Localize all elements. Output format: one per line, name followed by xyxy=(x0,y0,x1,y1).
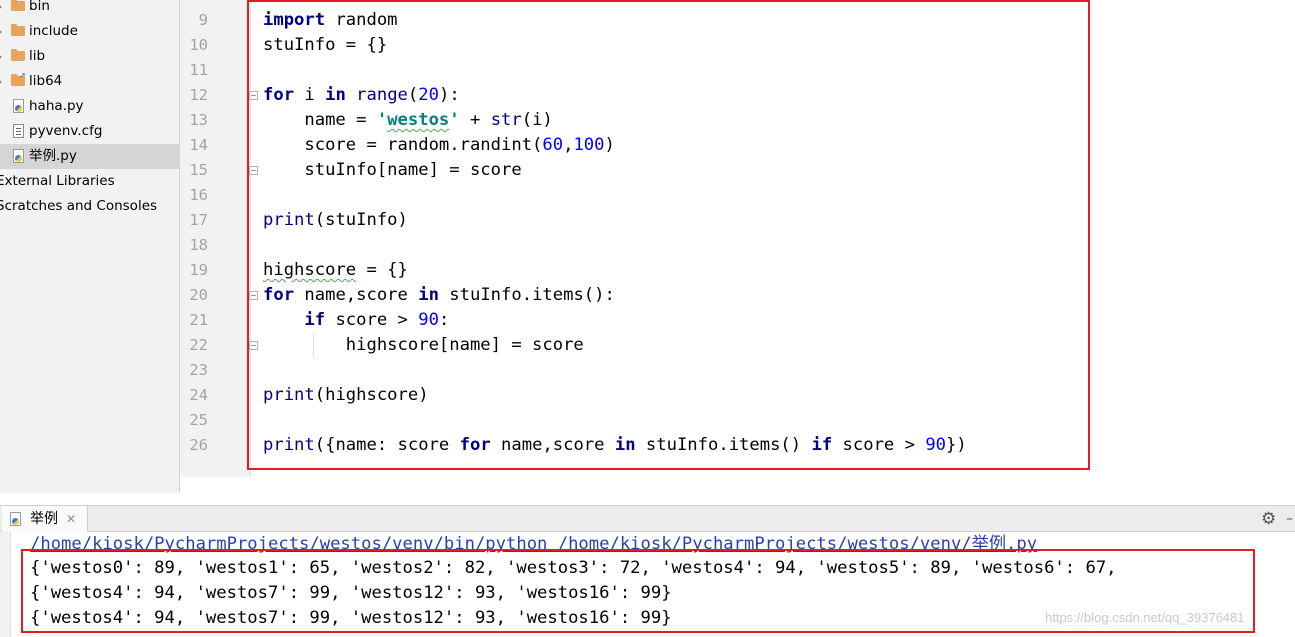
code-line[interactable]: import random xyxy=(263,8,398,33)
expand-arrow-icon[interactable] xyxy=(0,78,2,86)
hide-panel-icon[interactable]: – xyxy=(1286,506,1293,532)
tree-item-label: Scratches and Consoles xyxy=(0,198,158,214)
tree-item-label: bin xyxy=(29,0,50,14)
watermark: https://blog.csdn.net/qq_39376481 xyxy=(1045,610,1245,625)
line-number: 9 xyxy=(198,11,208,29)
expand-arrow-icon[interactable] xyxy=(0,3,2,11)
fold-end-icon[interactable] xyxy=(249,166,258,175)
code-line[interactable]: if score > 90: xyxy=(263,308,449,333)
tree-item-label: lib xyxy=(29,48,46,64)
run-tab[interactable]: 举例 ✕ xyxy=(2,506,88,532)
close-icon[interactable]: ✕ xyxy=(66,506,76,532)
run-tab-label: 举例 xyxy=(30,511,58,527)
line-number: 20 xyxy=(189,286,208,304)
console-output-line: {'westos0': 89, 'westos1': 65, 'westos2'… xyxy=(30,558,1117,578)
folder-icon xyxy=(11,0,25,11)
code-line[interactable]: stuInfo = {} xyxy=(263,33,387,58)
editor-gutter: 9 10 11 12 13 14 15 16 17 18 19 20 21 22… xyxy=(180,0,251,477)
code-line[interactable]: print(highscore) xyxy=(263,383,429,408)
tree-item-label: haha.py xyxy=(29,98,84,114)
line-number: 14 xyxy=(189,136,208,154)
code-line[interactable]: name = 'westos' + str(i) xyxy=(263,108,552,133)
line-number: 10 xyxy=(189,36,208,54)
tree-item-haha-py[interactable]: haha.py xyxy=(0,94,179,119)
tree-item-label: pyvenv.cfg xyxy=(29,123,103,139)
line-number: 17 xyxy=(189,211,208,229)
tree-item-pyvenv-cfg[interactable]: pyvenv.cfg xyxy=(0,119,179,144)
line-number: 18 xyxy=(189,236,208,254)
console-command-line[interactable]: /home/kiosk/PycharmProjects/westos/venv/… xyxy=(30,532,1037,557)
console-gutter xyxy=(0,532,11,637)
tree-item-label: External Libraries xyxy=(0,173,115,189)
code-line[interactable]: print(stuInfo) xyxy=(263,208,408,233)
code-line[interactable]: score = random.randint(60,100) xyxy=(263,133,614,158)
tree-item-scratches-and-consoles[interactable]: Scratches and Consoles xyxy=(0,194,179,219)
tree-item-lib64[interactable]: ↗ lib64 xyxy=(0,69,179,94)
tree-item-lib[interactable]: lib xyxy=(0,44,179,69)
python-file-icon xyxy=(13,99,24,113)
console-output-line: {'westos4': 94, 'westos7': 99, 'westos12… xyxy=(30,583,672,603)
tree-item-label: lib64 xyxy=(29,73,63,89)
project-tree-panel: bin include lib ↗ lib64 haha.py pyvenv.c… xyxy=(0,0,180,493)
tree-item-external-libraries[interactable]: External Libraries xyxy=(0,169,179,194)
line-number: 16 xyxy=(189,186,208,204)
expand-arrow-icon[interactable] xyxy=(0,53,2,61)
tree-item-bin[interactable]: bin xyxy=(0,0,179,19)
folder-link-icon: ↗ xyxy=(11,72,26,86)
tree-item-include[interactable]: include xyxy=(0,19,179,44)
gear-icon[interactable]: ⚙ xyxy=(1261,508,1276,530)
tree-item-example-py[interactable]: 举例.py xyxy=(0,144,179,169)
line-number: 25 xyxy=(189,411,208,429)
console-output-line: {'westos4': 94, 'westos7': 99, 'westos12… xyxy=(30,608,672,628)
line-number: 26 xyxy=(189,436,208,454)
line-number: 19 xyxy=(189,261,208,279)
tree-item-label: include xyxy=(29,23,78,39)
code-line[interactable]: print({name: score for name,score in stu… xyxy=(263,433,967,458)
python-file-icon xyxy=(13,149,24,163)
line-number: 15 xyxy=(189,161,208,179)
fold-icon[interactable] xyxy=(249,291,258,300)
code-line[interactable]: highscore = {} xyxy=(263,258,408,283)
fold-end-icon[interactable] xyxy=(249,341,258,350)
line-number: 12 xyxy=(189,86,208,104)
line-number: 21 xyxy=(189,311,208,329)
code-line[interactable]: for name,score in stuInfo.items(): xyxy=(263,283,615,308)
folder-icon xyxy=(11,49,25,61)
run-tool-window-header: 举例 ✕ ⚙ – xyxy=(0,505,1295,532)
python-file-icon xyxy=(10,512,21,526)
line-number: 23 xyxy=(189,361,208,379)
code-line[interactable]: for i in range(20): xyxy=(263,83,460,108)
line-number: 13 xyxy=(189,111,208,129)
code-line[interactable]: stuInfo[name] = score xyxy=(263,158,521,183)
line-number: 11 xyxy=(189,61,208,79)
tree-item-label: 举例.py xyxy=(29,148,77,164)
fold-icon[interactable] xyxy=(249,91,258,100)
code-line[interactable]: highscore[name] = score xyxy=(263,333,584,358)
line-number: 24 xyxy=(189,386,208,404)
code-editor[interactable]: 9 10 11 12 13 14 15 16 17 18 19 20 21 22… xyxy=(180,0,1295,477)
config-file-icon xyxy=(13,124,24,138)
folder-icon xyxy=(11,24,25,36)
line-number: 22 xyxy=(189,336,208,354)
expand-arrow-icon[interactable] xyxy=(0,28,2,36)
